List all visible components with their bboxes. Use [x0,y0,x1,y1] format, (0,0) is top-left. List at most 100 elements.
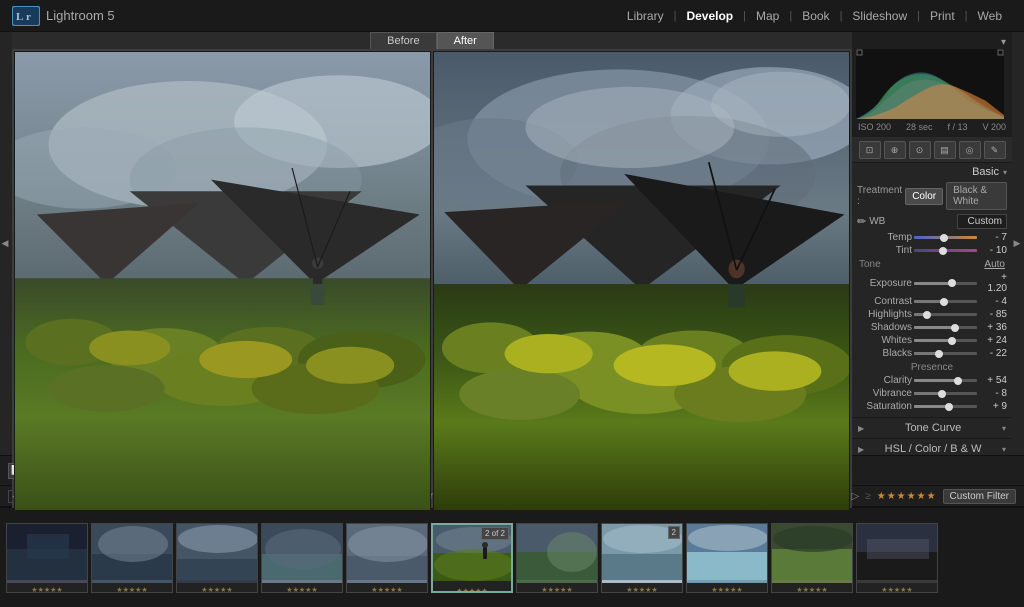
filmstrip-thumb-5[interactable]: ★★★★★ [346,523,428,593]
temp-value: - 7 [979,232,1007,243]
temp-row: Temp - 7 [857,232,1007,243]
exif-info: ISO 200 28 sec f / 13 V 200 [856,121,1008,133]
filter-separator: ≥ [865,491,871,502]
filmstrip-images: ★★★★★ ★★★★★ ★★★★★ ★★★★★ ★★★★★ 2 of 2 [0,508,1024,607]
temp-label: Temp [857,232,912,243]
nav-book[interactable]: Book [792,0,839,32]
tone-curve-arrow: ▾ [1002,424,1006,433]
hsl-section[interactable]: ▶ HSL / Color / B & W ▾ [852,439,1012,455]
filter-stars[interactable]: ★★★★★★ [877,491,937,502]
filmstrip-thumb-8[interactable]: ★★★★★ 2 [601,523,683,593]
contrast-label: Contrast [857,296,912,307]
clarity-thumb[interactable] [954,377,962,385]
saturation-slider[interactable] [914,405,977,408]
custom-filter-btn[interactable]: Custom Filter [943,489,1016,504]
vibrance-row: Vibrance - 8 [857,388,1007,399]
crop-tool[interactable]: ⊡ [859,141,881,159]
center-area: Before After [12,32,852,455]
nav-develop[interactable]: Develop [676,0,743,32]
filmstrip-thumb-11[interactable]: ★★★★★ [856,523,938,593]
shadows-thumb[interactable] [951,324,959,332]
bw-button[interactable]: Black & White [946,182,1007,210]
tint-slider-track[interactable] [914,249,977,252]
basic-arrow: ▾ [1003,168,1007,177]
filmstrip-thumb-10[interactable]: ★★★★★ [771,523,853,593]
tint-thumb[interactable] [939,247,947,255]
saturation-value: + 9 [979,401,1007,412]
tone-auto-btn[interactable]: Auto [984,259,1005,270]
wb-value[interactable]: Custom [957,214,1007,229]
blacks-slider[interactable] [914,352,977,355]
filmstrip-thumb-6[interactable]: 2 of 2 ★★★★★ [431,523,513,593]
histogram-title: ▾ [856,36,1008,49]
filter-arrow-right[interactable]: ▷ [852,491,860,502]
contrast-thumb[interactable] [940,298,948,306]
redeye-tool[interactable]: ⊙ [909,141,931,159]
graduated-filter-tool[interactable]: ▤ [934,141,956,159]
hsl-collapse-arrow: ▶ [858,445,864,454]
shadows-slider[interactable] [914,326,977,329]
before-image-panel [14,51,431,511]
before-tab[interactable]: Before [370,32,436,49]
histogram-canvas [856,49,1004,119]
nav-print[interactable]: Print [920,0,965,32]
exposure-thumb[interactable] [948,279,956,287]
temp-thumb[interactable] [940,234,948,242]
shadows-row: Shadows + 36 [857,322,1007,333]
radial-filter-tool[interactable]: ◎ [959,141,981,159]
wb-label: WB [869,216,954,227]
logo-area: L r Lightroom 5 [12,6,115,26]
filmstrip-thumb-4[interactable]: ★★★★★ [261,523,343,593]
whites-slider[interactable] [914,339,977,342]
nav-web[interactable]: Web [968,0,1012,32]
whites-value: + 24 [979,335,1007,346]
highlights-row: Highlights - 85 [857,309,1007,320]
nav-library[interactable]: Library [617,0,674,32]
vibrance-label: Vibrance [857,388,912,399]
exposure-slider[interactable] [914,282,977,285]
highlights-thumb[interactable] [923,311,931,319]
after-tab[interactable]: After [437,32,494,49]
presence-label: Presence [857,362,1007,373]
filmstrip-thumb-3[interactable]: ★★★★★ [176,523,258,593]
contrast-row: Contrast - 4 [857,296,1007,307]
filmstrip-thumb-7[interactable]: ★★★★★ [516,523,598,593]
clarity-slider[interactable] [914,379,977,382]
treatment-row: Treatment : Color Black & White [857,182,1007,210]
contrast-slider[interactable] [914,300,977,303]
nav-menu: Library | Develop | Map | Book | Slidesh… [617,0,1012,32]
saturation-label: Saturation [857,401,912,412]
lr-logo: L r [12,6,40,26]
hsl-label: HSL / Color / B & W [885,443,982,455]
filmstrip: ★★★★★ ★★★★★ ★★★★★ ★★★★★ ★★★★★ 2 of 2 [0,507,1024,607]
temp-slider-track[interactable] [914,236,977,239]
basic-panel-title[interactable]: Basic ▾ [857,166,1007,178]
exposure-row: Exposure + 1.20 [857,272,1007,294]
eyedropper-icon[interactable]: ✏ [857,215,866,228]
exposure-value: + 1.20 [979,272,1007,294]
shadows-label: Shadows [857,322,912,333]
whites-row: Whites + 24 [857,335,1007,346]
tone-curve-section[interactable]: ▶ Tone Curve ▾ [852,418,1012,439]
highlights-slider[interactable] [914,313,977,316]
adjustment-brush-tool[interactable]: ✎ [984,141,1006,159]
vibrance-thumb[interactable] [938,390,946,398]
whites-thumb[interactable] [948,337,956,345]
tone-label: Tone [859,259,881,270]
focal-value: V 200 [982,122,1006,132]
right-collapse-handle[interactable]: ▶ [1012,32,1024,455]
blacks-thumb[interactable] [935,350,943,358]
vibrance-value: - 8 [979,388,1007,399]
filmstrip-thumb-2[interactable]: ★★★★★ [91,523,173,593]
spot-removal-tool[interactable]: ⊕ [884,141,906,159]
filmstrip-thumb-9[interactable]: ★★★★★ [686,523,768,593]
tint-value: - 10 [979,245,1007,256]
color-button[interactable]: Color [905,188,943,205]
vibrance-slider[interactable] [914,392,977,395]
filmstrip-thumb-1[interactable]: ★★★★★ [6,523,88,593]
saturation-thumb[interactable] [945,403,953,411]
histogram-section: ▾ [852,32,1012,137]
nav-slideshow[interactable]: Slideshow [842,0,917,32]
nav-map[interactable]: Map [746,0,789,32]
tint-row: Tint - 10 [857,245,1007,256]
